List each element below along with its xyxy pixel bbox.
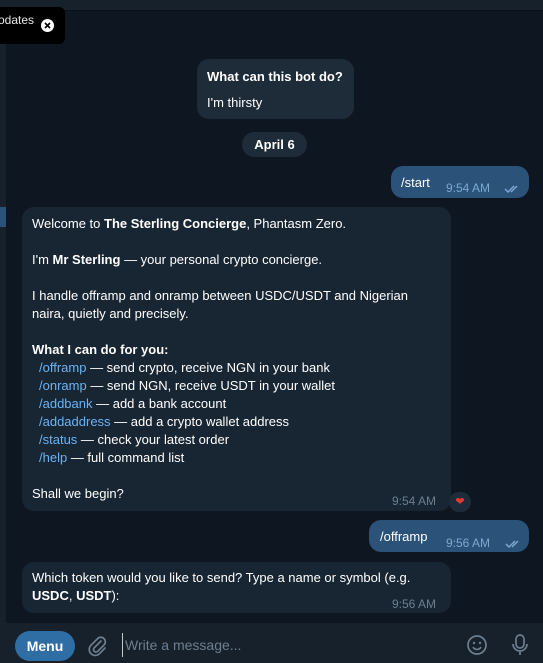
command-row: /help — full command list	[32, 449, 441, 467]
toast-text: odates	[0, 13, 35, 27]
prompt-line-1: Which token would you like to send? Type…	[32, 570, 411, 585]
text-span: Welcome to	[32, 216, 105, 231]
emoji-icon[interactable]	[466, 634, 488, 661]
message-time: 9:56 AM	[446, 536, 491, 550]
message-time: 9:56 AM	[392, 597, 437, 611]
welcome-line-3b: naira, quietly and precisely.	[32, 306, 189, 321]
welcome-closing: Shall we begin?	[32, 486, 124, 501]
command-desc: — add a bank account	[92, 396, 227, 411]
sidebar-active-indicator	[0, 207, 6, 227]
message-composer: Menu	[0, 623, 543, 663]
message-welcome[interactable]: Welcome to The Sterling Concierge, Phant…	[22, 207, 451, 511]
command-link-addbank[interactable]: /addbank	[39, 396, 93, 411]
bot-description-title: What can this bot do?	[207, 69, 343, 84]
message-time: 9:54 AM	[446, 181, 491, 195]
double-check-icon	[505, 536, 523, 554]
command-link-addaddress[interactable]: /addaddress	[39, 414, 111, 429]
microphone-icon[interactable]	[510, 633, 530, 662]
heart-icon[interactable]: ❤	[449, 492, 471, 512]
token-usdc: USDC	[32, 588, 69, 603]
close-icon[interactable]	[41, 19, 54, 32]
prompt-line-2: USDC, USDT):	[32, 587, 441, 605]
command-row: /addbank — add a bank account	[32, 395, 441, 413]
text-span: I'm	[32, 252, 53, 267]
menu-button[interactable]: Menu	[15, 631, 75, 661]
message-start[interactable]: /start 9:54 AM	[391, 166, 529, 198]
welcome-line-2: I'm Mr Sterling — your personal crypto c…	[32, 251, 441, 269]
message-offramp[interactable]: /offramp 9:56 AM	[369, 520, 529, 552]
message-token-prompt[interactable]: Which token would you like to send? Type…	[22, 562, 451, 613]
persona-name: Mr Sterling	[52, 252, 121, 267]
command-link-status[interactable]: /status	[39, 432, 77, 447]
token-usdt: USDT	[76, 588, 112, 603]
bot-description-text: I'm thirsty	[207, 95, 263, 110]
message-text: /start	[401, 175, 430, 190]
sidebar-edge	[0, 11, 6, 623]
double-check-icon	[504, 181, 522, 199]
bot-description: What can this bot do? I'm thirsty	[197, 59, 354, 119]
command-desc: — send crypto, receive NGN in your bank	[86, 360, 330, 375]
command-row: /onramp — send NGN, receive USDT in your…	[32, 377, 441, 395]
command-link-help[interactable]: /help	[39, 450, 67, 465]
message-input[interactable]	[122, 633, 452, 657]
command-row: /addaddress — add a crypto wallet addres…	[32, 413, 441, 431]
command-link-offramp[interactable]: /offramp	[39, 360, 86, 375]
bot-name: The Sterling Concierge	[104, 216, 247, 231]
top-bar	[0, 0, 543, 11]
command-row: /status — check your latest order	[32, 431, 441, 449]
message-time: 9:54 AM	[392, 494, 437, 508]
command-link-onramp[interactable]: /onramp	[39, 378, 87, 393]
updates-toast[interactable]: odates	[0, 7, 65, 44]
text-span: ):	[111, 588, 120, 603]
command-desc: — check your latest order	[77, 432, 230, 447]
paperclip-icon[interactable]	[86, 635, 108, 662]
command-desc: — add a crypto wallet address	[110, 414, 290, 429]
text-span: — your personal crypto concierge.	[120, 252, 323, 267]
welcome-line-3a: I handle offramp and onramp between USDC…	[32, 288, 409, 303]
commands-heading: What I can do for you:	[32, 342, 169, 357]
command-desc: — full command list	[67, 450, 185, 465]
welcome-line-1: Welcome to The Sterling Concierge, Phant…	[32, 215, 441, 233]
text-span: , Phantasm Zero.	[246, 216, 347, 231]
text-span: ,	[68, 588, 77, 603]
message-text: /offramp	[380, 529, 428, 544]
date-separator: April 6	[242, 132, 307, 157]
command-row: /offramp — send crypto, receive NGN in y…	[32, 359, 441, 377]
command-desc: — send NGN, receive USDT in your wallet	[86, 378, 335, 393]
